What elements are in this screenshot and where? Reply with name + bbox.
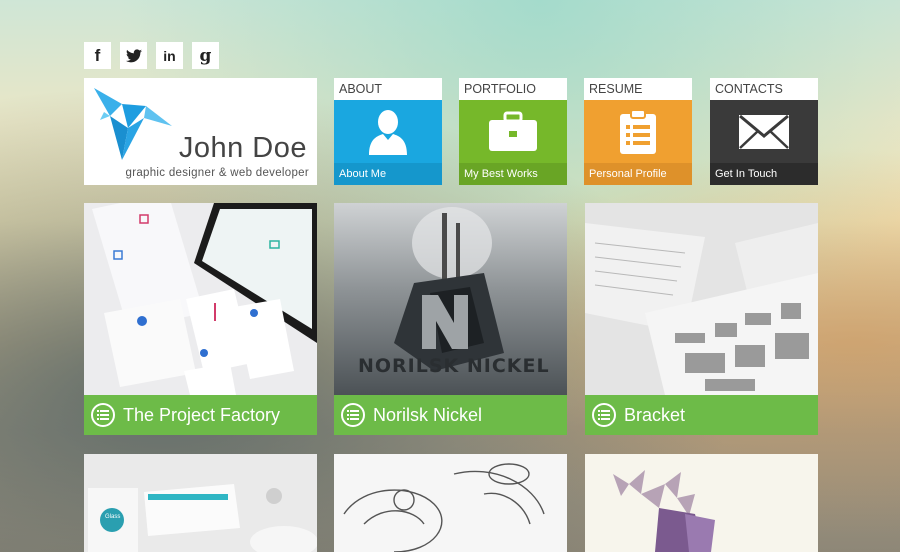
stationery-image <box>84 203 317 395</box>
nav-portfolio[interactable]: PORTFOLIO My Best Works <box>459 78 567 185</box>
twitter-icon[interactable] <box>120 42 147 69</box>
nav-about[interactable]: ABOUT About Me <box>334 78 442 185</box>
nav-resume[interactable]: RESUME Personal Profile <box>584 78 692 185</box>
sketch-image <box>334 454 567 552</box>
linkedin-icon[interactable]: in <box>156 42 183 69</box>
nav-resume-title: RESUME <box>584 78 692 100</box>
glass-thumb-text: Glass <box>105 514 121 520</box>
clipboard-icon <box>620 108 656 154</box>
nav-portfolio-footer: My Best Works <box>459 163 567 185</box>
portfolio-title: Bracket <box>624 404 686 425</box>
list-icon <box>592 403 616 427</box>
glass-stationery-image: Glass <box>84 454 317 552</box>
nav-about-body <box>334 100 442 163</box>
site-owner-subtitle: graphic designer & web developer <box>125 167 309 179</box>
nav-contacts[interactable]: CONTACTS Get In Touch <box>710 78 818 185</box>
portfolio-card-sketch[interactable] <box>334 454 567 552</box>
portfolio-caption: The Project Factory <box>84 395 317 435</box>
user-icon <box>369 109 407 155</box>
portfolio-card-project-factory[interactable]: The Project Factory <box>84 203 317 435</box>
briefcase-icon <box>489 111 537 151</box>
portfolio-caption: Bracket <box>585 395 818 435</box>
nav-portfolio-body <box>459 100 567 163</box>
bird-logo-icon <box>94 88 172 160</box>
nav-contacts-body <box>710 100 818 163</box>
nav-contacts-title: CONTACTS <box>710 78 818 100</box>
facebook-icon[interactable]: f <box>84 42 111 69</box>
portfolio-card-deer[interactable] <box>585 454 818 552</box>
portfolio-card-glass[interactable]: Glass <box>84 454 317 552</box>
site-owner-name: John Doe <box>178 132 307 164</box>
portfolio-card-bracket[interactable]: Bracket <box>585 203 818 435</box>
list-icon <box>341 403 365 427</box>
nav-about-footer: About Me <box>334 163 442 185</box>
google-icon[interactable]: g <box>192 42 219 69</box>
nav-about-title: ABOUT <box>334 78 442 100</box>
envelope-icon <box>739 114 789 149</box>
portfolio-caption: Norilsk Nickel <box>334 395 567 435</box>
deer-image <box>585 454 818 552</box>
norilsk-thumb-text: NORILSK NICKEL <box>358 355 550 377</box>
portfolio-title: Norilsk Nickel <box>373 404 483 425</box>
nav-resume-body <box>584 100 692 163</box>
logo-tile[interactable]: John Doe graphic designer & web develope… <box>84 78 317 185</box>
portfolio-card-norilsk-nickel[interactable]: NORILSK NICKEL Norilsk Nickel <box>334 203 567 435</box>
norilsk-image: NORILSK NICKEL <box>334 203 567 395</box>
list-icon <box>91 403 115 427</box>
bracket-image <box>585 203 818 395</box>
portfolio-title: The Project Factory <box>123 404 281 425</box>
nav-contacts-footer: Get In Touch <box>710 163 818 185</box>
social-links: f in g <box>84 42 219 69</box>
nav-portfolio-title: PORTFOLIO <box>459 78 567 100</box>
nav-resume-footer: Personal Profile <box>584 163 692 185</box>
